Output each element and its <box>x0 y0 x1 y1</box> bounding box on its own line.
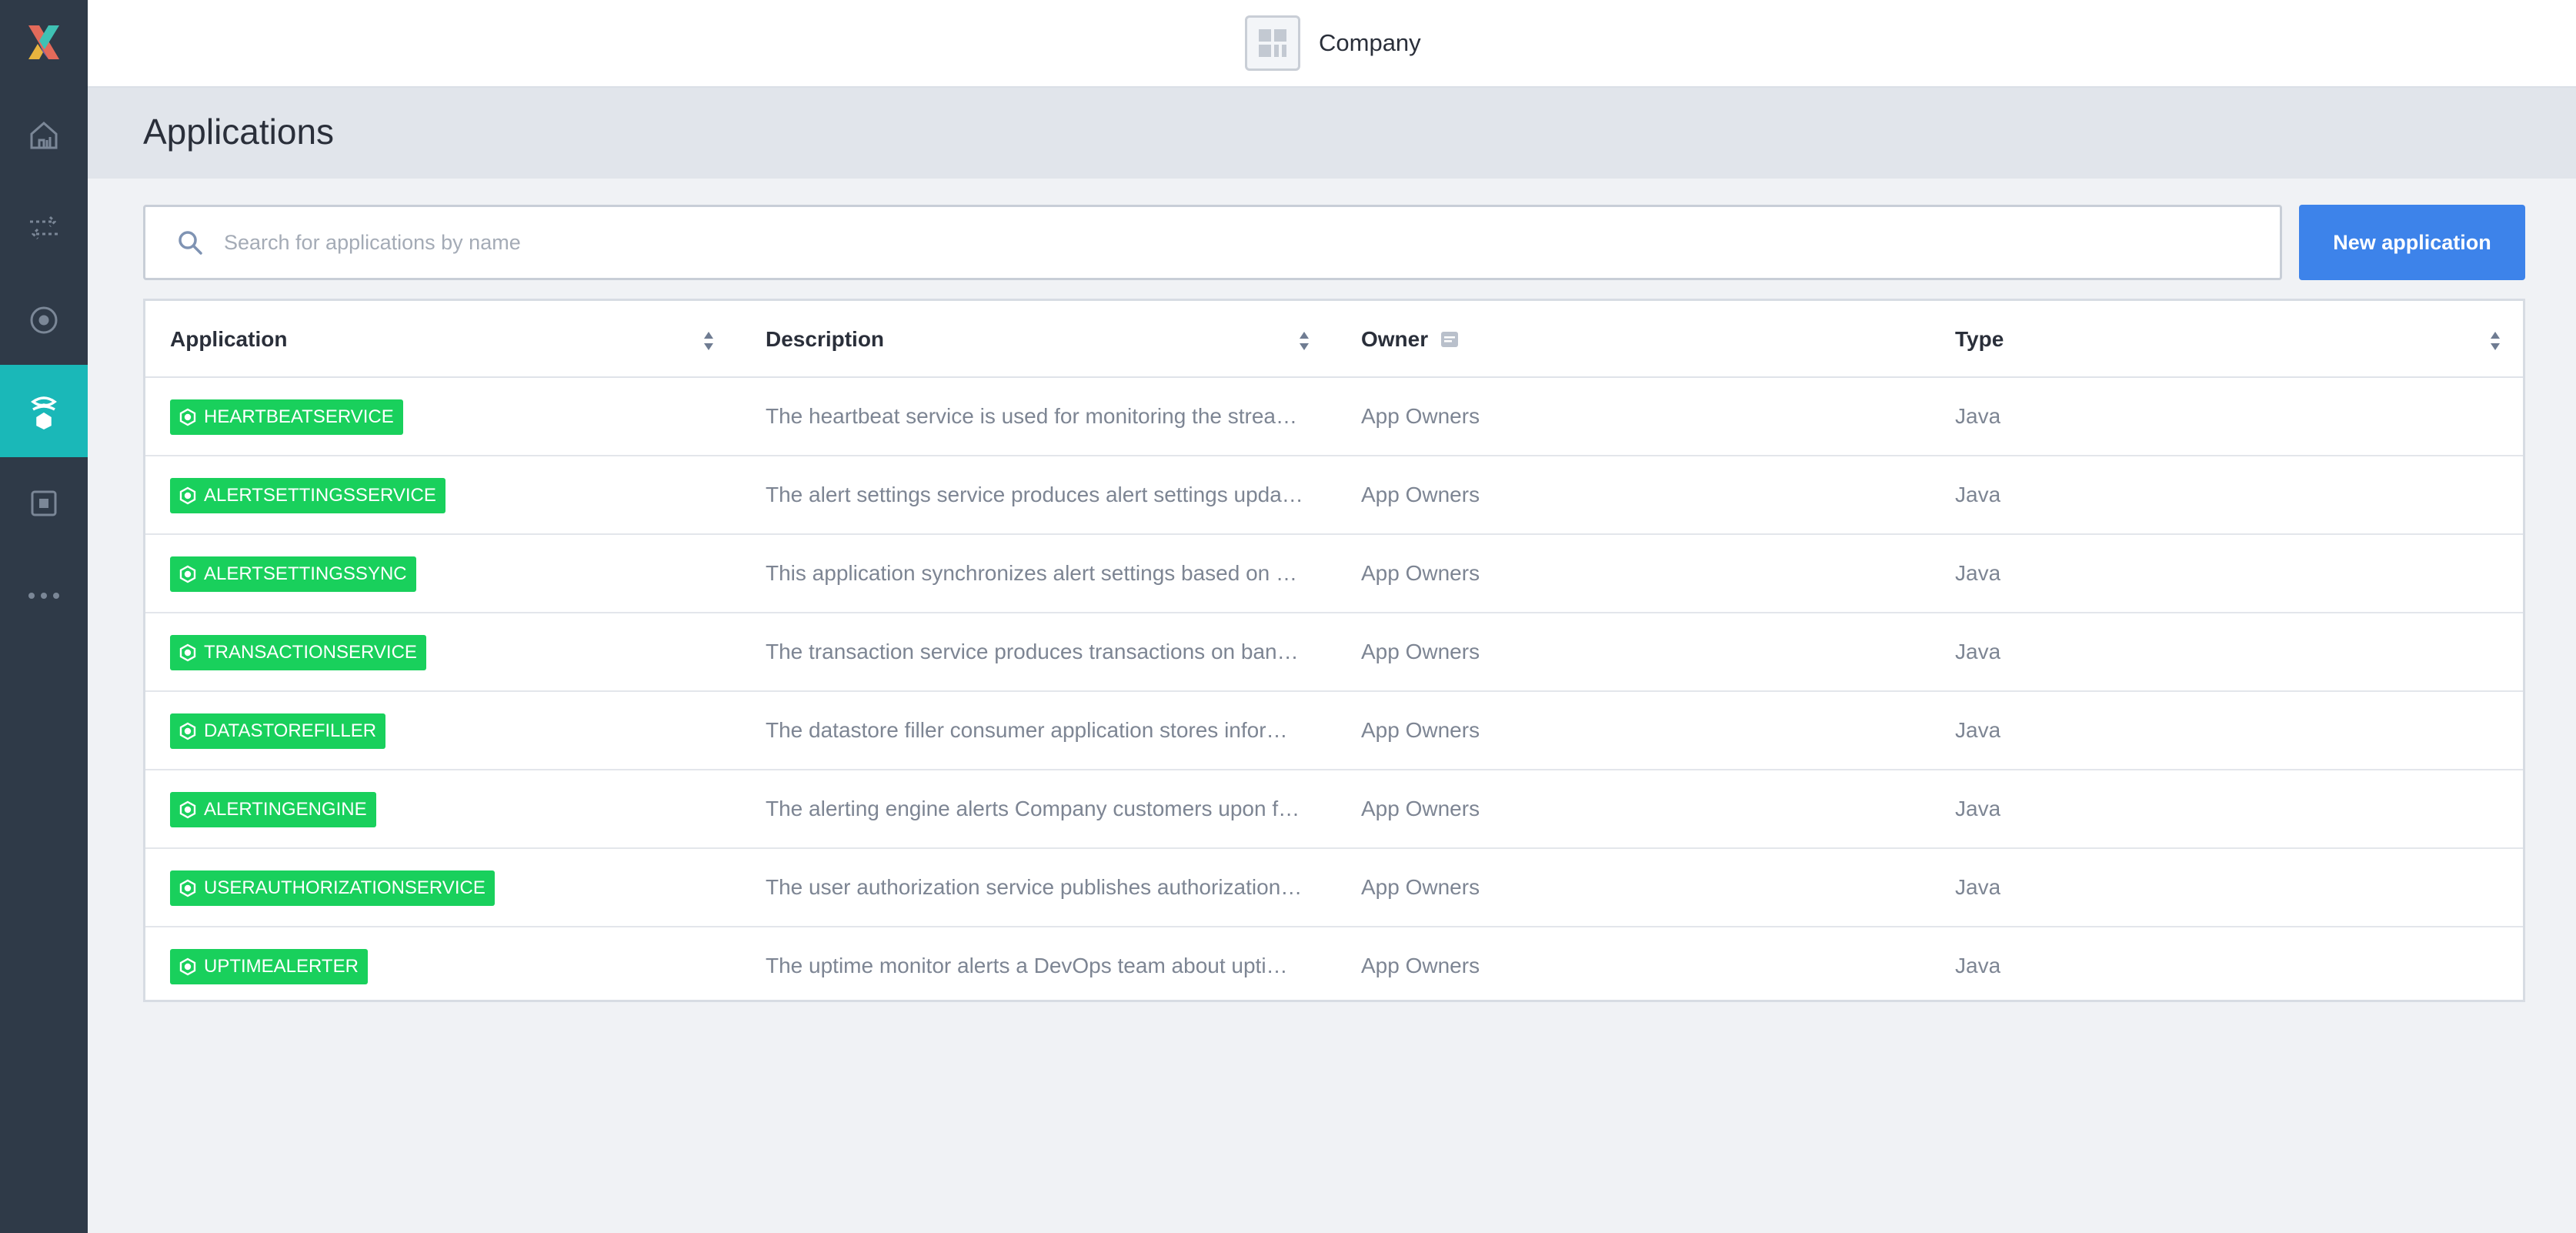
application-owner: App Owners <box>1361 797 1480 820</box>
table-row[interactable]: UPTIMEALERTER The uptime monitor alerts … <box>145 927 2523 1006</box>
application-description: This application synchronizes alert sett… <box>766 561 1304 585</box>
square-icon <box>31 490 57 516</box>
application-name: ALERTINGENGINE <box>204 799 367 820</box>
table-row[interactable]: ALERTSETTINGSSYNC This application synch… <box>145 535 2523 613</box>
table-row[interactable]: ALERTINGENGINE The alerting engine alert… <box>145 770 2523 849</box>
application-owner: App Owners <box>1361 404 1480 428</box>
application-badge[interactable]: USERAUTHORIZATIONSERVICE <box>170 870 495 906</box>
sidebar <box>0 0 88 1233</box>
application-icon <box>179 879 196 897</box>
table-row[interactable]: HEARTBEATSERVICE The heartbeat service i… <box>145 378 2523 456</box>
application-icon <box>179 565 196 583</box>
application-description: The uptime monitor alerts a DevOps team … <box>766 954 1304 977</box>
column-header-type[interactable]: Type <box>1955 301 2004 378</box>
application-description: The user authorization service publishes… <box>766 875 1304 899</box>
application-name: HEARTBEATSERVICE <box>204 406 394 427</box>
top-bar: Company DO <box>88 0 2576 88</box>
column-header-application[interactable]: Application <box>170 301 287 378</box>
application-name: USERAUTHORIZATIONSERVICE <box>204 877 486 898</box>
application-badge[interactable]: DATASTOREFILLER <box>170 713 386 749</box>
table-row[interactable]: DATASTOREFILLER The datastore filler con… <box>145 692 2523 770</box>
column-header-description[interactable]: Description <box>766 301 884 378</box>
table-row[interactable]: TRANSACTIONSERVICE The transaction servi… <box>145 613 2523 692</box>
page-title: Applications <box>143 112 335 152</box>
arrows-icon <box>30 216 58 240</box>
company-name: Company <box>1319 29 1421 56</box>
sidebar-item-streams[interactable] <box>0 182 88 274</box>
application-badge[interactable]: ALERTSETTINGSSERVICE <box>170 478 445 513</box>
sidebar-item-more[interactable] <box>0 550 88 642</box>
search-bar <box>143 205 2282 280</box>
application-description: The heartbeat service is used for monito… <box>766 404 1304 428</box>
sidebar-item-topics[interactable] <box>0 457 88 550</box>
application-owner: App Owners <box>1361 640 1480 663</box>
application-badge[interactable]: HEARTBEATSERVICE <box>170 399 403 435</box>
table-row[interactable]: USERAUTHORIZATIONSERVICE The user author… <box>145 849 2523 927</box>
application-description: The alerting engine alerts Company custo… <box>766 797 1304 820</box>
application-type: Java <box>1955 875 2001 899</box>
company-switcher[interactable]: Company <box>1245 15 1421 71</box>
column-header-owner[interactable]: Owner <box>1361 301 1459 378</box>
application-name: DATASTOREFILLER <box>204 720 377 741</box>
application-owner: App Owners <box>1361 483 1480 506</box>
application-owner: App Owners <box>1361 875 1480 899</box>
application-owner: App Owners <box>1361 954 1480 977</box>
application-icon <box>179 800 196 819</box>
application-type: Java <box>1955 954 2001 977</box>
new-application-button[interactable]: New application <box>2299 205 2525 280</box>
application-description: The alert settings service produces aler… <box>766 483 1304 506</box>
application-description: The transaction service produces transac… <box>766 640 1304 663</box>
search-icon <box>179 231 202 255</box>
application-owner: App Owners <box>1361 718 1480 742</box>
filter-icon[interactable] <box>1440 330 1459 349</box>
sort-icon[interactable] <box>702 330 715 352</box>
building-icon <box>1245 15 1300 71</box>
application-name: UPTIMEALERTER <box>204 956 359 977</box>
application-type: Java <box>1955 640 2001 663</box>
search-input[interactable] <box>224 230 2224 255</box>
application-badge[interactable]: ALERTSETTINGSSYNC <box>170 556 416 592</box>
application-type: Java <box>1955 404 2001 428</box>
application-name: ALERTSETTINGSSYNC <box>204 563 407 584</box>
applications-icon <box>31 396 57 429</box>
sidebar-item-home[interactable] <box>0 89 88 182</box>
application-icon <box>179 486 196 505</box>
application-icon <box>179 643 196 662</box>
application-badge[interactable]: ALERTINGENGINE <box>170 792 376 827</box>
application-type: Java <box>1955 718 2001 742</box>
application-icon <box>179 957 196 976</box>
application-type: Java <box>1955 561 2001 585</box>
table-header: Application Description Owner Type <box>145 301 2523 378</box>
application-type: Java <box>1955 483 2001 506</box>
application-badge[interactable]: UPTIMEALERTER <box>170 949 368 984</box>
target-icon <box>30 306 58 334</box>
application-type: Java <box>1955 797 2001 820</box>
app-logo[interactable] <box>0 0 88 85</box>
home-icon <box>30 122 58 149</box>
application-owner: App Owners <box>1361 561 1480 585</box>
application-icon <box>179 722 196 740</box>
table-row[interactable]: ALERTSETTINGSSERVICE The alert settings … <box>145 456 2523 535</box>
page-header: Applications <box>88 88 2576 179</box>
applications-table: Application Description Owner Type HEART… <box>143 299 2525 1002</box>
application-description: The datastore filler consumer applicatio… <box>766 718 1304 742</box>
sort-icon[interactable] <box>1298 330 1310 352</box>
logo-icon <box>28 25 59 59</box>
application-name: TRANSACTIONSERVICE <box>204 642 417 663</box>
more-icon <box>28 593 59 599</box>
application-icon <box>179 408 196 426</box>
sort-icon[interactable] <box>2489 330 2501 352</box>
application-name: ALERTSETTINGSSERVICE <box>204 485 436 506</box>
sidebar-item-monitor[interactable] <box>0 274 88 366</box>
sidebar-item-applications[interactable] <box>0 365 88 457</box>
application-badge[interactable]: TRANSACTIONSERVICE <box>170 635 426 670</box>
